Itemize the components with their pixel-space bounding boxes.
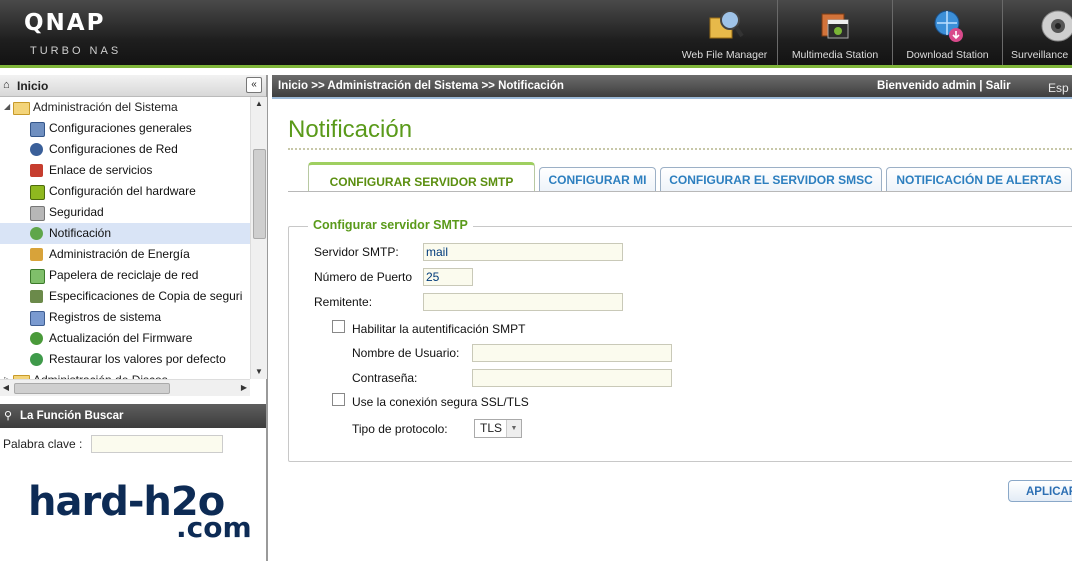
- sidebar-item-services[interactable]: Enlace de servicios: [0, 160, 250, 181]
- left-panel: ⌂ Inicio « ◢ Administración del Sistema …: [0, 75, 268, 561]
- services-icon: [30, 164, 43, 177]
- smtp-server-input[interactable]: mail: [423, 243, 623, 261]
- search-panel-header: ⚲ La Función Buscar: [0, 404, 266, 428]
- surveillance-icon: [1041, 10, 1072, 42]
- home-icon: ⌂: [3, 79, 10, 91]
- restore-icon: [30, 353, 43, 366]
- search-icon: ⚲: [4, 410, 13, 422]
- sidebar-item-notification[interactable]: Notificación: [0, 223, 250, 244]
- web-file-manager-button[interactable]: Web File Manager: [672, 0, 778, 66]
- sidebar-item-network[interactable]: Configuraciones de Red: [0, 139, 250, 160]
- logs-icon: [30, 311, 45, 326]
- scroll-down-icon[interactable]: ▼: [251, 365, 267, 379]
- tree-horizontal-scrollbar[interactable]: ◀ ▶: [0, 379, 250, 396]
- collapsed-arrow-icon[interactable]: ▷: [4, 370, 10, 379]
- password-input[interactable]: [472, 369, 672, 387]
- sidebar-item-backup[interactable]: Especificaciones de Copia de seguri: [0, 286, 250, 307]
- scroll-thumb[interactable]: [253, 149, 266, 239]
- header-accent-line: [0, 65, 1072, 68]
- sidebar-item-power[interactable]: Administración de Energía: [0, 244, 250, 265]
- sidebar-item-restore-defaults[interactable]: Restaurar los valores por defecto: [0, 349, 250, 370]
- folder-open-icon: [13, 102, 30, 115]
- smtp-server-label: Servidor SMTP:: [314, 245, 399, 259]
- app-launcher: Web File Manager Multimedia Station Down…: [672, 0, 1072, 66]
- sender-input[interactable]: [423, 293, 623, 311]
- protocol-label: Tipo de protocolo:: [352, 422, 448, 436]
- sender-label: Remitente:: [314, 295, 373, 309]
- tab-im[interactable]: CONFIGURAR MI: [539, 167, 656, 191]
- lock-icon: [30, 206, 45, 221]
- sidebar-item-recycle-bin[interactable]: Papelera de reciclaje de red: [0, 265, 250, 286]
- breadcrumb-bar: Inicio >> Administración del Sistema >> …: [272, 75, 1072, 99]
- download-station-icon: [934, 10, 963, 42]
- multimedia-station-button[interactable]: Multimedia Station: [778, 0, 893, 66]
- protocol-select[interactable]: TLS ▼: [474, 419, 522, 438]
- tab-underline: [288, 191, 1072, 192]
- horizontal-scroll-thumb[interactable]: [14, 383, 170, 394]
- welcome-logout-link[interactable]: Bienvenido admin | Salir: [877, 80, 1011, 92]
- username-label: Nombre de Usuario:: [352, 346, 460, 360]
- settings-icon: [30, 122, 45, 137]
- network-icon: [30, 143, 43, 156]
- page-title: Notificación: [288, 116, 413, 143]
- sidebar-item-hardware[interactable]: Configuración del hardware: [0, 181, 250, 202]
- ssl-tls-label: Use la conexión segura SSL/TLS: [352, 395, 529, 409]
- breadcrumb: Inicio >> Administración del Sistema >> …: [278, 80, 564, 92]
- navigation-tree: ◢ Administración del Sistema Configuraci…: [0, 97, 250, 379]
- language-selector[interactable]: Esp: [1048, 81, 1069, 95]
- scroll-right-icon[interactable]: ▶: [238, 380, 250, 396]
- smtp-auth-checkbox[interactable]: [332, 320, 345, 333]
- sidebar-item-security[interactable]: Seguridad: [0, 202, 250, 223]
- sidebar-item-system-logs[interactable]: Registros de sistema: [0, 307, 250, 328]
- keyword-label: Palabra clave :: [3, 437, 83, 451]
- download-station-button[interactable]: Download Station: [893, 0, 1003, 66]
- expand-arrow-icon[interactable]: ◢: [4, 97, 10, 117]
- sidebar-item-firmware[interactable]: Actualización del Firmware: [0, 328, 250, 349]
- title-divider: [288, 148, 1072, 150]
- sidebar-item-general-settings[interactable]: Configuraciones generales: [0, 118, 250, 139]
- smtp-auth-label: Habilitar la autentificación SMPT: [352, 322, 526, 336]
- ssl-tls-checkbox[interactable]: [332, 393, 345, 406]
- port-label: Número de Puerto: [314, 270, 413, 284]
- scroll-up-icon[interactable]: ▲: [251, 97, 267, 111]
- top-header: QNAP Turbo NAS Web File Manager Multimed…: [0, 0, 1072, 68]
- chevron-down-icon[interactable]: ▼: [506, 420, 521, 437]
- tab-smtp-server[interactable]: CONFIGURAR SERVIDOR SMTP: [308, 162, 535, 192]
- power-icon: [30, 248, 43, 261]
- recycle-bin-icon: [30, 269, 45, 284]
- keyword-input[interactable]: [91, 435, 223, 453]
- surveillance-button[interactable]: Surveillance: [1003, 0, 1072, 66]
- notification-icon: [30, 227, 43, 240]
- collapse-sidebar-button[interactable]: «: [246, 77, 262, 93]
- multimedia-station-icon: [821, 13, 849, 39]
- apply-button[interactable]: APLICAR: [1008, 480, 1072, 502]
- hard-h2o-watermark: hard-h2o .com: [28, 479, 252, 544]
- sidebar-header: ⌂ Inicio «: [0, 75, 266, 97]
- tree-vertical-scrollbar[interactable]: ▲ ▼: [250, 97, 267, 379]
- firmware-icon: [30, 332, 43, 345]
- username-input[interactable]: [472, 344, 672, 362]
- scroll-left-icon[interactable]: ◀: [0, 380, 12, 396]
- section-title: Configurar servidor SMTP: [308, 218, 473, 232]
- tab-smsc-server[interactable]: CONFIGURAR EL SERVIDOR SMSC: [660, 167, 882, 191]
- backup-icon: [30, 290, 43, 303]
- port-input[interactable]: 25: [423, 268, 473, 286]
- password-label: Contraseña:: [352, 371, 418, 385]
- tab-alert-notification[interactable]: NOTIFICACIÓN DE ALERTAS: [886, 167, 1072, 191]
- turbo-nas-label: Turbo NAS: [30, 45, 122, 57]
- sidebar-title: Inicio: [17, 79, 49, 93]
- qnap-logo: QNAP: [24, 10, 106, 36]
- hardware-icon: [30, 185, 45, 200]
- web-file-manager-icon: [709, 10, 744, 39]
